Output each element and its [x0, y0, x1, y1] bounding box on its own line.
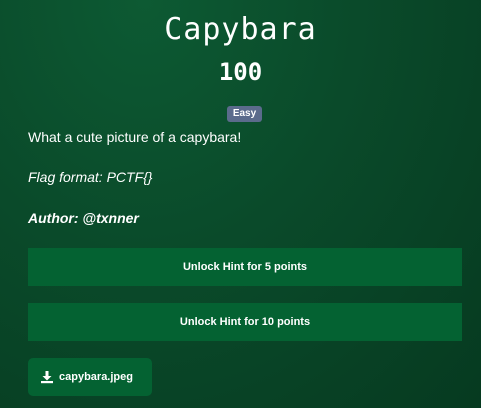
difficulty-badge: Easy	[227, 106, 262, 122]
unlock-hint-2-button[interactable]: Unlock Hint for 10 points	[28, 303, 462, 341]
download-filename: capybara.jpeg	[59, 371, 133, 383]
unlock-hint-1-button[interactable]: Unlock Hint for 5 points	[28, 248, 462, 286]
flag-format: Flag format: PCTF{}	[28, 169, 153, 185]
challenge-description: What a cute picture of a capybara!	[28, 129, 242, 145]
challenge-points: 100	[218, 58, 263, 86]
download-file-button[interactable]: capybara.jpeg	[28, 358, 152, 396]
download-icon	[41, 371, 53, 384]
challenge-title: Capybara	[164, 12, 317, 47]
challenge-author: Author: @txnner	[28, 210, 139, 226]
